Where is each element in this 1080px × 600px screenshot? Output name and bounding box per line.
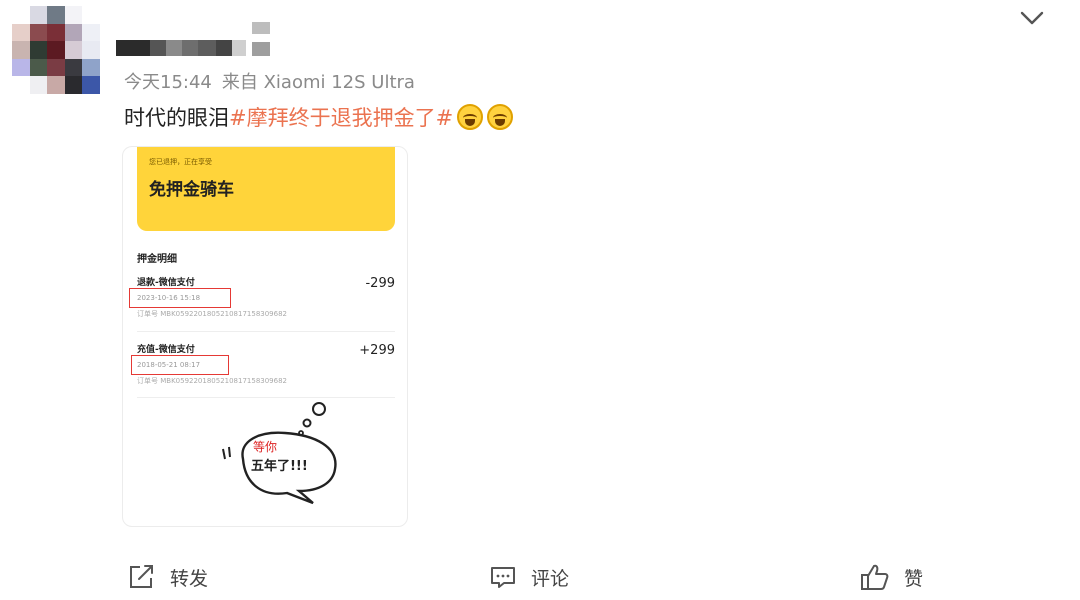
divider — [137, 331, 395, 332]
like-button[interactable]: 赞 — [860, 562, 923, 592]
record-order: 订单号 MBK0592201805210817158309682 — [137, 377, 287, 385]
post-text: 时代的眼泪 #摩拜终于退我押金了# — [124, 102, 514, 132]
bubble-text-line2: 五年了!!! — [251, 459, 308, 474]
banner-subtitle: 您已退押，正在享受 — [149, 158, 212, 166]
username-badge-blurred — [252, 22, 270, 56]
hashtag-link[interactable]: #摩拜终于退我押金了# — [229, 102, 453, 132]
thumbs-up-icon — [861, 564, 889, 590]
banner-title: 免押金骑车 — [149, 180, 234, 200]
record-label: 充值-微信支付 — [137, 345, 195, 355]
comment-icon — [491, 567, 515, 588]
chevron-down-icon[interactable] — [1018, 8, 1046, 28]
record-amount: +299 — [359, 343, 395, 358]
record-amount: -299 — [365, 276, 395, 291]
record-label: 退款-微信支付 — [137, 278, 195, 288]
record-order: 订单号 MBK0592201805210817158309682 — [137, 310, 287, 318]
comment-label: 评论 — [531, 567, 570, 590]
section-title: 押金明细 — [137, 254, 177, 265]
post-image[interactable]: 您已退押，正在享受 免押金骑车 押金明细 退款-微信支付 -299 2023-1… — [122, 146, 408, 527]
repost-button[interactable]: 转发 — [128, 562, 208, 592]
avatar[interactable] — [12, 6, 100, 94]
comment-button[interactable]: 评论 — [489, 562, 569, 592]
post-meta: 今天15:44 来自 Xiaomi 12S Ultra — [124, 68, 415, 94]
divider — [137, 397, 395, 398]
share-icon — [130, 565, 153, 588]
laugh-cry-emoji-icon — [487, 104, 514, 130]
repost-label: 转发 — [170, 567, 209, 590]
deposit-banner: 您已退押，正在享受 免押金骑车 — [137, 147, 395, 231]
post-source: 来自 Xiaomi 12S Ultra — [221, 72, 415, 93]
post-time: 今天15:44 — [124, 72, 212, 93]
record-date: 2023-10-16 15:18 — [137, 294, 201, 302]
bubble-text-line1: 等你 — [253, 440, 278, 454]
username-blurred[interactable] — [116, 40, 246, 56]
post-text-plain: 时代的眼泪 — [124, 106, 229, 130]
like-label: 赞 — [904, 567, 924, 590]
laugh-cry-emoji-icon — [457, 104, 484, 130]
record-date: 2018-05-21 08:17 — [137, 361, 201, 369]
speech-bubble-doodle — [222, 402, 337, 505]
